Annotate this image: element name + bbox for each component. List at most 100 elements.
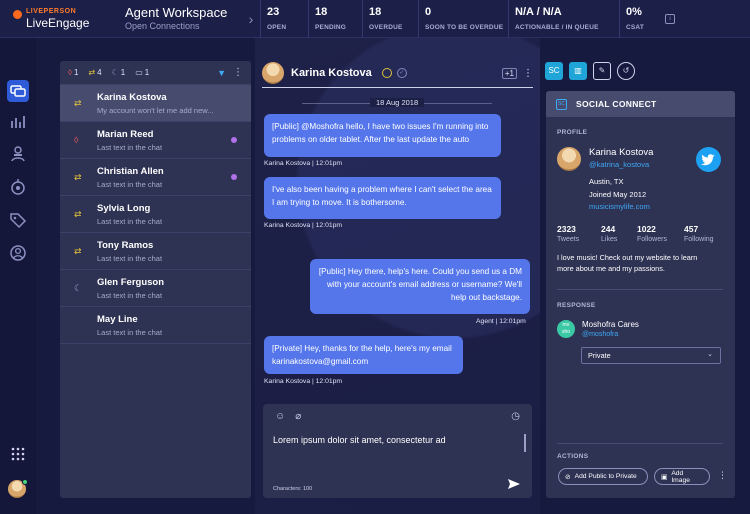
chat-message[interactable]: [Private] Hey, thanks for the help, here… [264,336,463,374]
edit-icon[interactable]: ✎ [593,62,611,80]
stat-value: 0% [626,5,642,18]
stat-pending[interactable]: 18 PENDING [308,0,362,38]
image-icon: ▣ [661,473,668,481]
stat-csat[interactable]: 0% CSAT [619,0,655,38]
stat-value: 2323 [557,224,576,234]
responder-avatar: mo sho [557,320,575,338]
transfer-icon: ⇄ [74,209,82,219]
info-icon[interactable]: i [665,13,675,24]
count-drop[interactable]: ◊ 1 [68,68,78,77]
stat-label: ACTIONABLE / IN QUEUE [515,23,599,31]
stat-overdue[interactable]: 18 OVERDUE [362,0,418,38]
count-value: 1 [120,68,126,77]
more-vertical-icon[interactable]: ⋮ [233,67,243,78]
stat-actionable[interactable]: N/A / N/A ACTIONABLE / IN QUEUE [508,0,619,38]
agent-icon[interactable] [8,144,28,164]
conversation-preview: Last text in the chat [97,328,163,337]
moon-icon: ☾ [74,283,83,293]
conversations-icon[interactable] [7,80,29,102]
conversation-item[interactable]: ◊ Marian Reed Last text in the chat [60,122,251,159]
message-input[interactable]: Lorem ipsum dolor sit amet, consectetur … [273,435,446,445]
user-icon[interactable] [8,243,28,263]
message-composer[interactable]: ☺ ⌀ ◷ Lorem ipsum dolor sit amet, consec… [263,404,532,498]
tag-icon[interactable] [8,210,28,230]
message-line: I am trying to move. It is bothersome. [272,198,407,207]
stat-value: N/A / N/A [515,5,562,18]
message-line: karinakostova@gmail.com [272,357,369,366]
chat-message[interactable]: [Public] Hey there, help's here. Could y… [310,259,530,314]
response-label: RESPONSE [557,302,596,309]
workspace-title: Agent Workspace [125,4,228,20]
attach-icon[interactable]: ⌀ [295,411,301,422]
date-label: 18 Aug 2018 [370,98,425,107]
more-vertical-icon[interactable]: ⋮ [718,470,727,481]
transfer-icon: ⇄ [74,98,82,108]
message-meta: Karina Kostova | 12:01pm [264,222,343,229]
stat-label: Followers [637,236,667,243]
participants-badge[interactable]: +1 [501,67,517,79]
message-line: help out backstage. [450,293,522,302]
message-meta: Karina Kostova | 12:01pm [264,378,343,385]
responder-handle[interactable]: @moshofra [582,331,618,338]
stat-likes: 244 Likes [601,224,637,243]
social-connect-tab-icon[interactable]: SC [545,62,563,80]
count-value: 1 [144,68,150,77]
count-transfer[interactable]: ⇄ 4 [88,68,101,77]
add-public-to-private-button[interactable]: ⊘ Add Public to Private [558,468,648,485]
profile-joined: Joined May 2012 [589,190,647,199]
filter-icon[interactable]: ▼ [217,68,226,78]
chat-message[interactable]: I've also been having a problem where I … [264,177,501,219]
chevron-down-icon: ⌄ [707,351,713,358]
conversation-item[interactable]: ⇄ Sylvia Long Last text in the chat [60,196,251,233]
conversation-item[interactable]: ⇄ Tony Ramos Last text in the chat [60,233,251,270]
profile-bio: I love music! Check out my website to le… [557,252,725,274]
status-ring-icon [381,68,392,78]
clock-icon[interactable]: ◷ [511,411,520,422]
columns-icon[interactable]: ▥ [569,62,587,80]
count-value: 1 [73,68,79,77]
chat-message[interactable]: [Public] @Moshofra hello, I have two iss… [264,114,501,157]
bot-icon[interactable] [8,177,28,197]
date-separator: 18 Aug 2018 [302,98,492,108]
stat-soon-overdue[interactable]: 0 SOON TO BE OVERDUE [418,0,508,38]
composer-scrollbar[interactable] [524,434,526,452]
divider [557,289,723,290]
count-chat[interactable]: ▭ 1 [135,68,149,77]
conversation-item[interactable]: ⇄ Christian Allen Last text in the chat [60,159,251,196]
stat-followers: 1022 Followers [637,224,684,243]
transfer-icon: ⇄ [74,246,82,256]
stat-label: PENDING [315,23,347,31]
history-icon[interactable]: ↺ [617,62,635,80]
chevron-right-icon[interactable]: › [242,11,260,27]
profile-handle[interactable]: @katrina_kostova [589,160,649,169]
stat-following: 457 Following [684,224,724,243]
conversation-item[interactable]: ⇄ Karina Kostova My account won't let me a… [60,85,251,122]
count-moon[interactable]: ☾ 1 [112,68,126,77]
bio-line: I love music! Check out my website to le… [557,253,698,262]
stat-tweets: 2323 Tweets [557,224,601,243]
bio-line: more about me and my passions. [557,264,665,273]
online-status-dot [22,479,28,485]
stat-label: OPEN [267,23,287,31]
stat-value: 23 [267,5,280,18]
twitter-icon[interactable] [696,147,721,172]
apps-grid-icon[interactable] [11,447,25,461]
conversation-item[interactable]: May Line Last text in the chat [60,307,251,344]
stat-label: Following [684,236,714,243]
stat-open[interactable]: 23 OPEN [260,0,308,38]
conversation-preview: Last text in the chat [97,143,163,152]
conversation-item[interactable]: ☾ Glen Ferguson Last text in the chat [60,270,251,307]
add-image-button[interactable]: ▣ Add Image [654,468,710,485]
chart-icon[interactable] [8,112,28,132]
emoji-icon[interactable]: ☺ [275,411,285,422]
drop-icon: ◊ [74,135,79,145]
stat-value: 457 [684,224,699,234]
send-icon[interactable] [507,478,521,490]
user-avatar[interactable] [8,479,28,498]
more-vertical-icon[interactable]: ⋮ [523,68,533,79]
profile-url[interactable]: musicismylife.com [589,202,650,211]
conversation-list: ◊ 1 ⇄ 4 ☾ 1 ▭ 1 ▼ ⋮ ⇄ Karina Kostova My accoun… [60,61,251,498]
visibility-select[interactable]: Private ⌄ [581,347,721,364]
brand-line1: LIVEPERSON [26,7,77,15]
stat-value: 18 [369,5,382,18]
